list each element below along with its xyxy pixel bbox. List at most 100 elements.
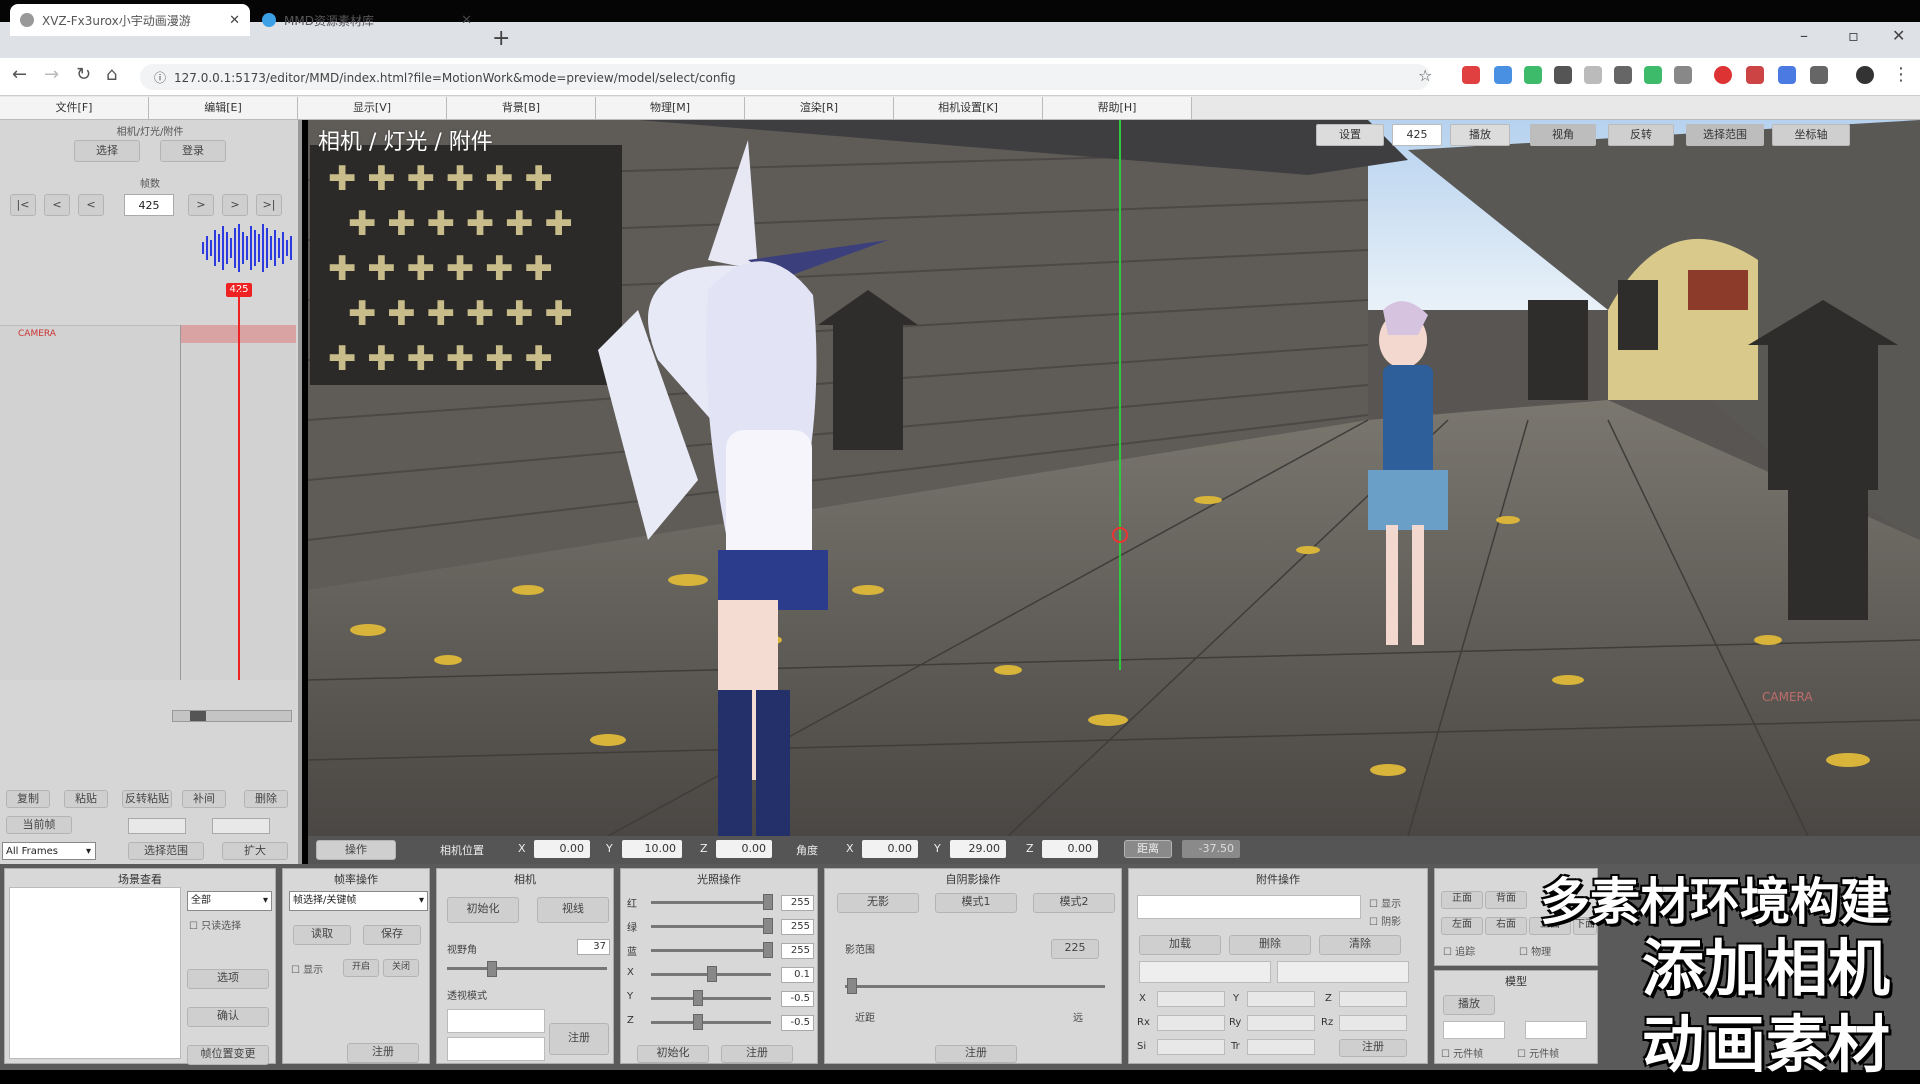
paste-button[interactable]: 粘贴 — [64, 790, 108, 808]
light-register-button[interactable]: 注册 — [721, 1045, 793, 1063]
bookmark-star-icon[interactable]: ☆ — [1418, 66, 1432, 85]
accessory-show-checkbox[interactable]: ☐ 显示 — [1369, 895, 1401, 910]
extension-icon[interactable] — [1674, 66, 1692, 84]
delete-button[interactable]: 删除 — [244, 790, 288, 808]
extension-icon[interactable] — [1524, 66, 1542, 84]
first-frame-button[interactable]: |< — [10, 194, 36, 216]
range-start-input[interactable] — [128, 818, 186, 834]
light-green-input[interactable]: 255 — [781, 919, 814, 935]
light-red-thumb[interactable] — [763, 894, 773, 910]
extension-icon[interactable] — [1584, 66, 1602, 84]
acc-ry-input[interactable] — [1247, 1015, 1315, 1031]
light-red-slider[interactable] — [651, 901, 771, 904]
new-tab-button[interactable]: + — [492, 26, 510, 51]
light-green-thumb[interactable] — [763, 918, 773, 934]
shadow-range-input[interactable]: 225 — [1051, 939, 1099, 959]
light-x-input[interactable]: 0.1 — [781, 967, 814, 983]
frame-select-dropdown[interactable]: All Frames ▾ — [2, 842, 96, 860]
light-blue-input[interactable]: 255 — [781, 943, 814, 959]
forward-arrow-icon[interactable]: → — [44, 64, 59, 85]
accessory-select[interactable] — [1137, 895, 1361, 919]
select-range-view-button[interactable]: 选择范围 — [1686, 124, 1764, 146]
model-end-input[interactable] — [1525, 1021, 1587, 1039]
light-z-thumb[interactable] — [693, 1014, 703, 1030]
angle-y-input[interactable]: 29.00 — [950, 840, 1006, 858]
fov-slider-thumb[interactable] — [487, 961, 497, 977]
light-red-input[interactable]: 255 — [781, 895, 814, 911]
off-button[interactable]: 关闭 — [383, 959, 419, 977]
menu-physics[interactable]: 物理[M] — [596, 97, 745, 119]
reverse-paste-button[interactable]: 反转粘贴 — [122, 790, 172, 808]
timeline-area[interactable] — [0, 325, 296, 680]
light-init-button[interactable]: 初始化 — [637, 1045, 709, 1063]
angle-z-input[interactable]: 0.00 — [1042, 840, 1098, 858]
view-left-button[interactable]: 左面 — [1441, 917, 1483, 935]
frame-mode-select[interactable]: 帧选择/关键帧 ▾ — [289, 891, 428, 911]
minimize-icon[interactable]: – — [1800, 26, 1808, 45]
extension-icon[interactable] — [1554, 66, 1572, 84]
shadow-range-thumb[interactable] — [847, 978, 857, 994]
register-button[interactable]: 登录 — [160, 140, 226, 162]
acc-z-input[interactable] — [1339, 991, 1407, 1007]
back-arrow-icon[interactable]: ← — [12, 64, 27, 85]
accessory-clear-button[interactable]: 清除 — [1319, 935, 1401, 955]
menu-help[interactable]: 帮助[H] — [1043, 97, 1192, 119]
browser-tab-active[interactable]: XVZ-Fx3urox小宇动画漫游 ✕ — [10, 4, 250, 36]
line-of-sight-button[interactable]: 视线 — [537, 897, 609, 923]
reload-icon[interactable]: ↻ — [76, 64, 91, 85]
shadow-register-button[interactable]: 注册 — [935, 1045, 1017, 1063]
perspective-input[interactable] — [447, 1009, 545, 1033]
extension-icon[interactable] — [1644, 66, 1662, 84]
option-button[interactable]: 选项 — [187, 969, 269, 989]
maximize-icon[interactable]: ▫ — [1848, 26, 1859, 45]
next-frame-button[interactable]: > — [188, 194, 214, 216]
light-z-input[interactable]: -0.5 — [781, 1015, 814, 1031]
distance-input[interactable]: -37.50 — [1182, 840, 1240, 858]
view-front-button[interactable]: 正面 — [1441, 891, 1483, 909]
extension-icon[interactable] — [1462, 66, 1480, 84]
prev-key-button[interactable]: < — [44, 194, 70, 216]
select-range-button[interactable]: 选择范围 — [128, 842, 204, 860]
acc-x-input[interactable] — [1157, 991, 1225, 1007]
camera-register-button[interactable]: 注册 — [549, 1023, 609, 1055]
acc-tr-input[interactable] — [1247, 1039, 1315, 1055]
accessory-bone-input[interactable] — [1139, 961, 1271, 983]
extension-icon[interactable] — [1494, 66, 1512, 84]
camera-init-button[interactable]: 初始化 — [447, 897, 519, 923]
prev-frame-button[interactable]: < — [78, 194, 104, 216]
frame-number-input[interactable]: 425 — [124, 194, 174, 216]
extension-icon[interactable] — [1810, 66, 1828, 84]
physics-checkbox[interactable]: ☐ 物理 — [1519, 943, 1551, 958]
accessory-target-input[interactable] — [1277, 961, 1409, 983]
light-blue-thumb[interactable] — [763, 942, 773, 958]
view-right-button[interactable]: 右面 — [1485, 917, 1527, 935]
model-filter-select[interactable]: 全部 ▾ — [187, 891, 272, 911]
angle-x-input[interactable]: 0.00 — [862, 840, 918, 858]
on-button[interactable]: 开启 — [343, 959, 379, 977]
operate-button[interactable]: 操作 — [316, 840, 396, 860]
accessory-load-button[interactable]: 加载 — [1139, 935, 1221, 955]
frame-display[interactable]: 425 — [1392, 124, 1442, 146]
light-z-slider[interactable] — [651, 1021, 771, 1024]
profile-avatar[interactable] — [1856, 66, 1874, 84]
acc-y-input[interactable] — [1247, 991, 1315, 1007]
home-icon[interactable]: ⌂ — [106, 64, 117, 85]
menu-camera[interactable]: 相机设置[K] — [894, 97, 1043, 119]
axis-button[interactable]: 坐标轴 — [1772, 124, 1850, 146]
track-checkbox[interactable]: ☐ 追踪 — [1443, 943, 1475, 958]
url-bar[interactable]: ⓘ 127.0.0.1:5173/editor/MMD/index.html?fi… — [140, 64, 1430, 90]
light-y-thumb[interactable] — [693, 990, 703, 1006]
light-blue-slider[interactable] — [651, 949, 771, 952]
accessory-delete-button[interactable]: 删除 — [1229, 935, 1311, 955]
range-end-input[interactable] — [212, 818, 270, 834]
extension-icon[interactable] — [1614, 66, 1632, 84]
load-button[interactable]: 读取 — [293, 925, 351, 945]
readonly-checkbox[interactable]: ☐ 只读选择 — [189, 917, 241, 932]
perspective-input-2[interactable] — [447, 1037, 545, 1061]
view-back-button[interactable]: 背面 — [1485, 891, 1527, 909]
next-key-button[interactable]: > — [222, 194, 248, 216]
confirm-button[interactable]: 确认 — [187, 1007, 269, 1027]
extension-icon[interactable] — [1778, 66, 1796, 84]
browser-tab[interactable]: MMD资源素材库 ✕ — [252, 4, 482, 36]
accessory-register-button[interactable]: 注册 — [1339, 1039, 1407, 1057]
